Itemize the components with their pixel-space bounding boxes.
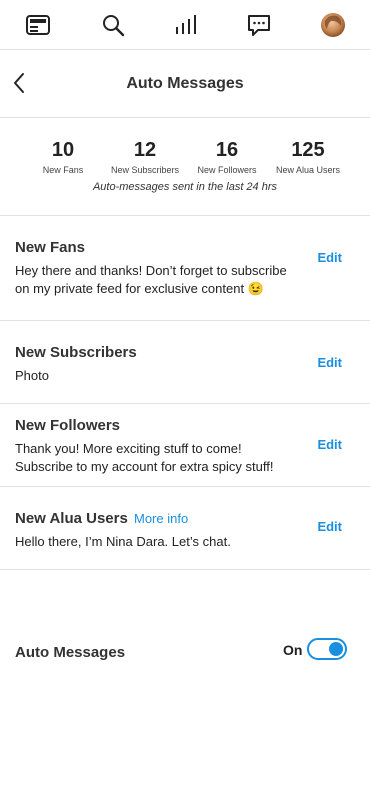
stat-label: New Followers	[197, 165, 257, 175]
feed-icon[interactable]	[25, 12, 51, 38]
row-message: Photo	[15, 367, 300, 385]
message-row-new-subscribers: New Subscribers Photo Edit	[0, 321, 370, 404]
auto-messages-label: Auto Messages	[15, 644, 126, 661]
page-title: Auto Messages	[126, 75, 244, 92]
row-title: New Fans	[15, 239, 86, 256]
edit-button[interactable]: Edit	[317, 519, 342, 534]
message-line: on my private feed for exclusive content…	[15, 281, 264, 296]
auto-messages-setting: Auto Messages On	[0, 632, 370, 672]
edit-button[interactable]: Edit	[317, 437, 342, 452]
search-icon[interactable]	[100, 12, 126, 38]
more-info-link[interactable]: More info	[134, 511, 188, 526]
messages-icon[interactable]	[246, 12, 272, 38]
stat-new-subscribers: 12 New Subscribers	[100, 138, 190, 175]
message-line: Subscribe to my account for extra spicy …	[15, 459, 274, 474]
message-line: Hey there and thanks! Don’t forget to su…	[15, 263, 287, 278]
edit-button[interactable]: Edit	[317, 355, 342, 370]
row-title-text: New Alua Users	[15, 510, 128, 527]
message-row-new-alua-users: New Alua Users More info Hello there, I’…	[0, 487, 370, 570]
stats-summary: 10 New Fans 12 New Subscribers 16 New Fo…	[0, 118, 370, 216]
row-title: New Followers	[15, 417, 121, 434]
toggle-knob	[329, 642, 343, 656]
row-message: Thank you! More exciting stuff to come! …	[15, 440, 300, 476]
stats-caption: Auto-messages sent in the last 24 hrs	[92, 181, 278, 193]
top-navigation	[0, 0, 370, 50]
message-row-new-fans: New Fans Hey there and thanks! Don’t for…	[0, 216, 370, 321]
auto-messages-toggle[interactable]	[307, 638, 347, 660]
message-line: Photo	[15, 368, 49, 383]
avatar[interactable]	[320, 12, 346, 38]
stat-value: 16	[215, 139, 239, 161]
message-line: Thank you! More exciting stuff to come!	[15, 441, 242, 456]
message-row-new-followers: New Followers Thank you! More exciting s…	[0, 404, 370, 487]
stat-new-alua-users: 125 New Alua Users	[263, 138, 353, 175]
stat-new-followers: 16 New Followers	[182, 138, 272, 175]
row-message: Hello there, I’m Nina Dara. Let’s chat.	[15, 533, 300, 551]
edit-button[interactable]: Edit	[317, 250, 342, 265]
stat-label: New Fans	[42, 165, 84, 175]
page-header: Auto Messages	[0, 50, 370, 118]
row-title: New Alua Users More info	[15, 510, 188, 527]
stat-label: New Alua Users	[275, 165, 341, 175]
stat-value: 12	[133, 139, 157, 161]
stat-value: 10	[51, 139, 75, 161]
stat-new-fans: 10 New Fans	[18, 138, 108, 175]
message-line: Hello there, I’m Nina Dara. Let’s chat.	[15, 534, 231, 549]
stat-value: 125	[291, 139, 325, 161]
row-title: New Subscribers	[15, 344, 137, 361]
toggle-state-label: On	[283, 642, 303, 658]
stats-icon[interactable]	[173, 12, 199, 38]
stat-label: New Subscribers	[110, 165, 180, 175]
row-message: Hey there and thanks! Don’t forget to su…	[15, 262, 300, 298]
